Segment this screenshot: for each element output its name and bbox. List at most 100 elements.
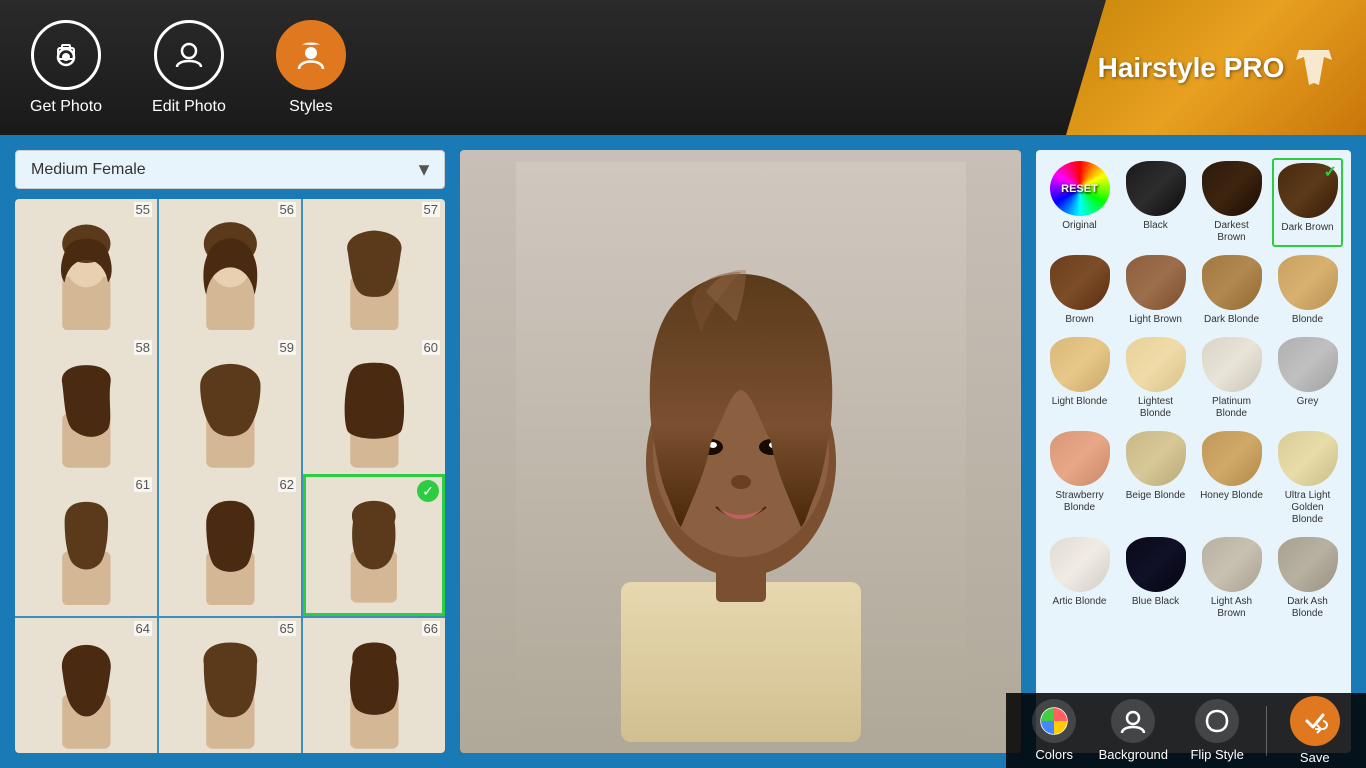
- background-label: Background: [1099, 747, 1168, 762]
- color-item-platinum-blonde[interactable]: Platinum Blonde: [1196, 334, 1267, 423]
- color-item-artic-blonde[interactable]: Artic Blonde: [1044, 534, 1115, 623]
- style-item-59[interactable]: 59: [159, 337, 301, 479]
- color-swatch-dark-ash-blonde: [1278, 537, 1338, 592]
- style-item-61[interactable]: 61: [15, 474, 157, 616]
- color-grid: RESET Original Black Darkest Brown Dark …: [1044, 158, 1343, 623]
- color-item-original[interactable]: RESET Original: [1044, 158, 1115, 247]
- edit-photo-icon: [154, 20, 224, 90]
- background-icon: [1111, 699, 1155, 743]
- color-swatch-artic-blonde: [1050, 537, 1110, 592]
- colors-icon: [1032, 699, 1076, 743]
- edit-photo-label: Edit Photo: [152, 98, 226, 116]
- color-item-light-brown[interactable]: Light Brown: [1120, 252, 1191, 329]
- save-icon: [1290, 696, 1340, 746]
- color-label-artic-blonde: Artic Blonde: [1053, 596, 1107, 608]
- save-label: Save: [1300, 750, 1330, 765]
- color-label-darkest-brown: Darkest Brown: [1199, 220, 1264, 244]
- reset-swatch: RESET: [1050, 161, 1110, 216]
- style-select[interactable]: Medium Female Short Female Long Female S…: [15, 150, 445, 189]
- style-item-65[interactable]: 65: [159, 618, 301, 754]
- flip-style-label: Flip Style: [1190, 747, 1243, 762]
- color-label-beige-blonde: Beige Blonde: [1126, 490, 1186, 502]
- color-item-darkest-brown[interactable]: Darkest Brown: [1196, 158, 1267, 247]
- color-label-blue-black: Blue Black: [1132, 596, 1179, 608]
- color-item-beige-blonde[interactable]: Beige Blonde: [1120, 428, 1191, 529]
- bottom-colors-button[interactable]: Colors: [1032, 699, 1076, 762]
- color-item-dark-ash-blonde[interactable]: Dark Ash Blonde: [1272, 534, 1343, 623]
- style-number-61: 61: [134, 477, 152, 492]
- color-label-light-blonde: Light Blonde: [1052, 396, 1108, 408]
- selected-checkmark: ✓: [417, 480, 439, 502]
- bottom-background-button[interactable]: Background: [1099, 699, 1168, 762]
- color-item-light-ash-brown[interactable]: Light Ash Brown: [1196, 534, 1267, 623]
- color-item-strawberry-blonde[interactable]: Strawberry Blonde: [1044, 428, 1115, 529]
- style-item-64[interactable]: 64: [15, 618, 157, 754]
- style-item-55[interactable]: 55: [15, 199, 157, 341]
- color-item-grey[interactable]: Grey: [1272, 334, 1343, 423]
- color-swatch-honey: [1202, 431, 1262, 486]
- color-label-strawberry-blonde: Strawberry Blonde: [1047, 490, 1112, 514]
- color-swatch-ultra-light: [1278, 431, 1338, 486]
- style-item-57[interactable]: 57: [303, 199, 445, 341]
- style-item-58[interactable]: 58: [15, 337, 157, 479]
- style-number-59: 59: [278, 340, 296, 355]
- brand-logo: Hairstyle PRO: [1066, 0, 1366, 135]
- color-swatch-light-ash: [1202, 537, 1262, 592]
- color-item-blue-black[interactable]: Blue Black: [1120, 534, 1191, 623]
- preview-panel: [460, 150, 1021, 753]
- color-swatch-darkest-brown: [1202, 161, 1262, 216]
- color-label-light-brown: Light Brown: [1129, 314, 1182, 326]
- get-photo-label: Get Photo: [30, 98, 102, 116]
- color-label-dark-brown: Dark Brown: [1281, 222, 1333, 234]
- color-item-brown[interactable]: Brown: [1044, 252, 1115, 329]
- left-panel: Medium Female Short Female Long Female S…: [15, 150, 445, 753]
- flip-style-icon: [1195, 699, 1239, 743]
- color-swatch-platinum: [1202, 337, 1262, 392]
- color-item-honey-blonde[interactable]: Honey Blonde: [1196, 428, 1267, 529]
- main-content: Medium Female Short Female Long Female S…: [0, 135, 1366, 768]
- bottom-flip-style-button[interactable]: Flip Style: [1190, 699, 1243, 762]
- color-item-dark-blonde[interactable]: Dark Blonde: [1196, 252, 1267, 329]
- color-item-ultra-light[interactable]: Ultra Light Golden Blonde: [1272, 428, 1343, 529]
- styles-label: Styles: [289, 98, 333, 116]
- nav-styles[interactable]: Styles: [276, 20, 346, 116]
- color-swatch-grey: [1278, 337, 1338, 392]
- colors-label: Colors: [1035, 747, 1073, 762]
- style-item-63[interactable]: ✓: [303, 474, 445, 616]
- color-swatch-dark-brown: [1278, 163, 1338, 218]
- person-preview-svg: [516, 162, 966, 742]
- color-swatch-blonde: [1278, 255, 1338, 310]
- color-label-honey-blonde: Honey Blonde: [1200, 490, 1263, 502]
- color-label-black: Black: [1143, 220, 1167, 232]
- color-item-blonde[interactable]: Blonde: [1272, 252, 1343, 329]
- style-item-60[interactable]: 60: [303, 337, 445, 479]
- color-item-lightest-blonde[interactable]: Lightest Blonde: [1120, 334, 1191, 423]
- style-number-57: 57: [422, 202, 440, 217]
- color-label-dark-blonde: Dark Blonde: [1204, 314, 1259, 326]
- color-swatch-light-blonde: [1050, 337, 1110, 392]
- color-swatch-brown: [1050, 255, 1110, 310]
- brand-title: Hairstyle PRO: [1098, 52, 1285, 84]
- color-swatch-black: [1126, 161, 1186, 216]
- save-button[interactable]: Save: [1290, 696, 1340, 765]
- styles-grid: 55 56: [15, 199, 445, 753]
- color-swatch-dark-blonde: [1202, 255, 1262, 310]
- color-label-brown: Brown: [1065, 314, 1093, 326]
- style-number-60: 60: [422, 340, 440, 355]
- style-number-64: 64: [134, 621, 152, 636]
- nav-edit-photo[interactable]: Edit Photo: [152, 20, 226, 116]
- bottom-bar: Colors Background Flip Style: [1006, 693, 1366, 768]
- color-label-platinum-blonde: Platinum Blonde: [1199, 396, 1264, 420]
- style-item-62[interactable]: 62: [159, 474, 301, 616]
- style-item-66[interactable]: 66: [303, 618, 445, 754]
- color-label-grey: Grey: [1297, 396, 1319, 408]
- top-bar: Get Photo Edit Photo Styles Hairstyle PR…: [0, 0, 1366, 135]
- color-item-dark-brown[interactable]: Dark Brown: [1272, 158, 1343, 247]
- color-item-light-blonde[interactable]: Light Blonde: [1044, 334, 1115, 423]
- style-category-dropdown[interactable]: Medium Female Short Female Long Female S…: [15, 150, 445, 189]
- color-swatch-light-brown: [1126, 255, 1186, 310]
- color-item-black[interactable]: Black: [1120, 158, 1191, 247]
- style-item-56[interactable]: 56: [159, 199, 301, 341]
- style-number-58: 58: [134, 340, 152, 355]
- nav-get-photo[interactable]: Get Photo: [30, 20, 102, 116]
